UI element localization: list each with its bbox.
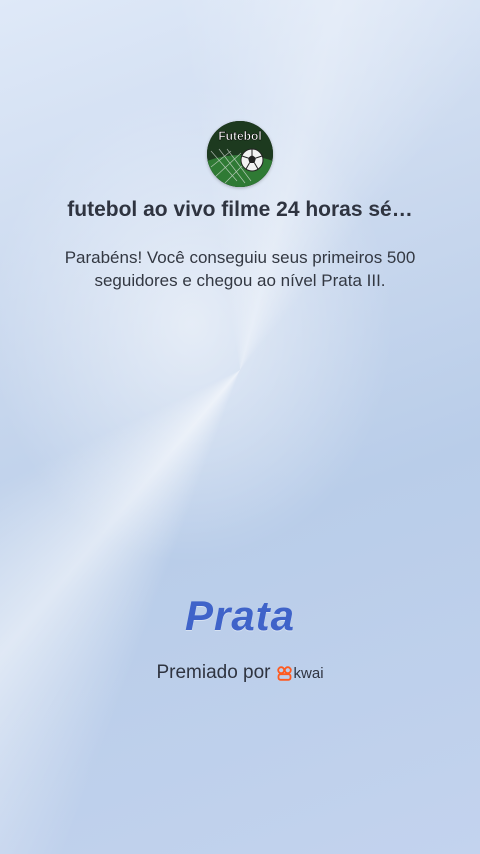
- kwai-brand: kwai: [276, 664, 324, 682]
- kwai-brand-name: kwai: [293, 664, 324, 682]
- kwai-logo-icon: [276, 665, 292, 681]
- level-badge: Prata: [184, 592, 296, 639]
- avatar-text: Futebol: [218, 129, 261, 143]
- channel-avatar[interactable]: Futebol: [207, 121, 273, 187]
- football-logo-icon: Futebol: [207, 121, 273, 187]
- channel-title: futebol ao vivo filme 24 horas sé…: [67, 198, 413, 221]
- awarded-by-label: Premiado por: [156, 662, 271, 683]
- congratulation-message: Parabéns! Você conseguiu seus primeiros …: [64, 248, 416, 290]
- awarded-by-row: Premiado por kwai: [0, 662, 480, 684]
